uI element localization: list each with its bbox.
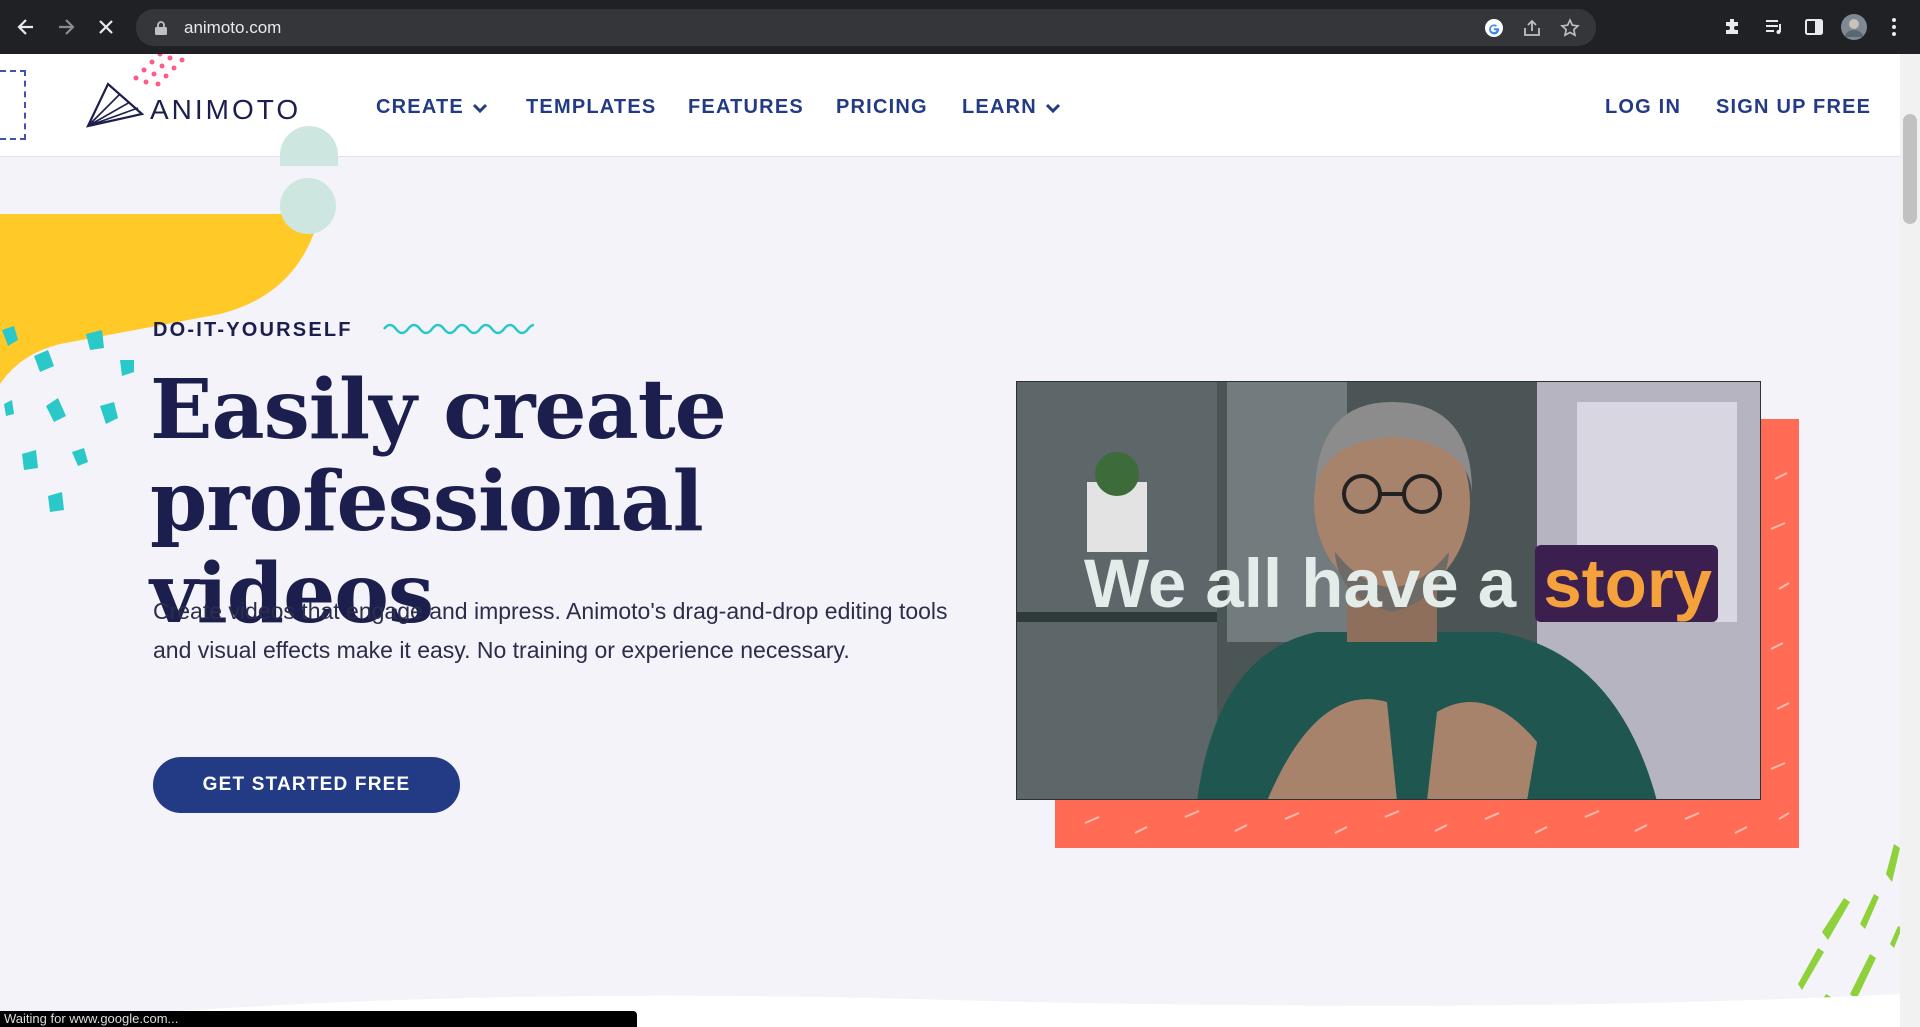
site-header: ANIMOTO CREATE TEMPLATES FEATURES PRICIN… (0, 54, 1900, 166)
decorative-dashed-box (0, 70, 26, 140)
hero-eyebrow: DO-IT-YOURSELF (153, 319, 353, 341)
signup-link[interactable]: SIGN UP FREE (1716, 96, 1871, 119)
video-caption: We all have a story (1084, 544, 1719, 623)
back-icon[interactable] (6, 7, 46, 47)
animoto-logo[interactable]: ANIMOTO (86, 80, 301, 128)
nav-learn-label: LEARN (962, 96, 1037, 118)
nav-templates-label: TEMPLATES (526, 96, 657, 118)
url-text[interactable]: animoto.com (184, 18, 281, 38)
address-bar[interactable]: animoto.com (136, 9, 1596, 46)
nav-create[interactable]: CREATE (376, 96, 488, 119)
chevron-down-icon (472, 103, 488, 113)
nav-features[interactable]: FEATURES (688, 96, 804, 119)
nav-pricing[interactable]: PRICING (836, 96, 928, 119)
hero-description: Create videos that engage and impress. A… (153, 598, 948, 663)
animoto-logo-mark (86, 82, 144, 128)
share-icon[interactable] (1518, 14, 1546, 42)
stop-loading-icon[interactable] (86, 7, 126, 47)
decorative-squiggle (383, 323, 534, 335)
nav-learn[interactable]: LEARN (962, 96, 1061, 119)
browser-menu-icon[interactable] (1876, 9, 1912, 45)
video-caption-text: We all have a (1084, 545, 1517, 622)
hero-headline-line1: Easily create (150, 362, 727, 458)
video-caption-highlight: story (1535, 545, 1719, 622)
browser-toolbar: animoto.com (0, 0, 1920, 54)
logo-wordmark: ANIMOTO (150, 94, 302, 125)
profile-avatar-icon[interactable] (1836, 9, 1872, 45)
page-scrollbar[interactable] (1900, 54, 1920, 1027)
decorative-mint-circle (280, 126, 338, 166)
scrollbar-thumb[interactable] (1903, 114, 1917, 224)
chevron-down-icon (1045, 103, 1060, 113)
nav-templates[interactable]: TEMPLATES (526, 96, 656, 119)
google-lens-icon[interactable] (1480, 14, 1508, 42)
nav-features-label: FEATURES (688, 96, 804, 118)
nav-pricing-label: PRICING (836, 96, 928, 118)
page-viewport: ANIMOTO CREATE TEMPLATES FEATURES PRICIN… (0, 54, 1900, 1027)
forward-icon[interactable] (46, 7, 86, 47)
bookmark-star-icon[interactable] (1556, 14, 1584, 42)
media-controls-icon[interactable] (1756, 9, 1792, 45)
extensions-icon[interactable] (1715, 9, 1751, 45)
lock-icon[interactable] (150, 17, 172, 39)
browser-status-bar: Waiting for www.google.com... (0, 1011, 637, 1027)
side-panel-icon[interactable] (1796, 9, 1832, 45)
get-started-free-button[interactable]: GET STARTED FREE (153, 757, 460, 813)
login-link[interactable]: LOG IN (1605, 96, 1681, 119)
nav-create-label: CREATE (376, 96, 464, 118)
